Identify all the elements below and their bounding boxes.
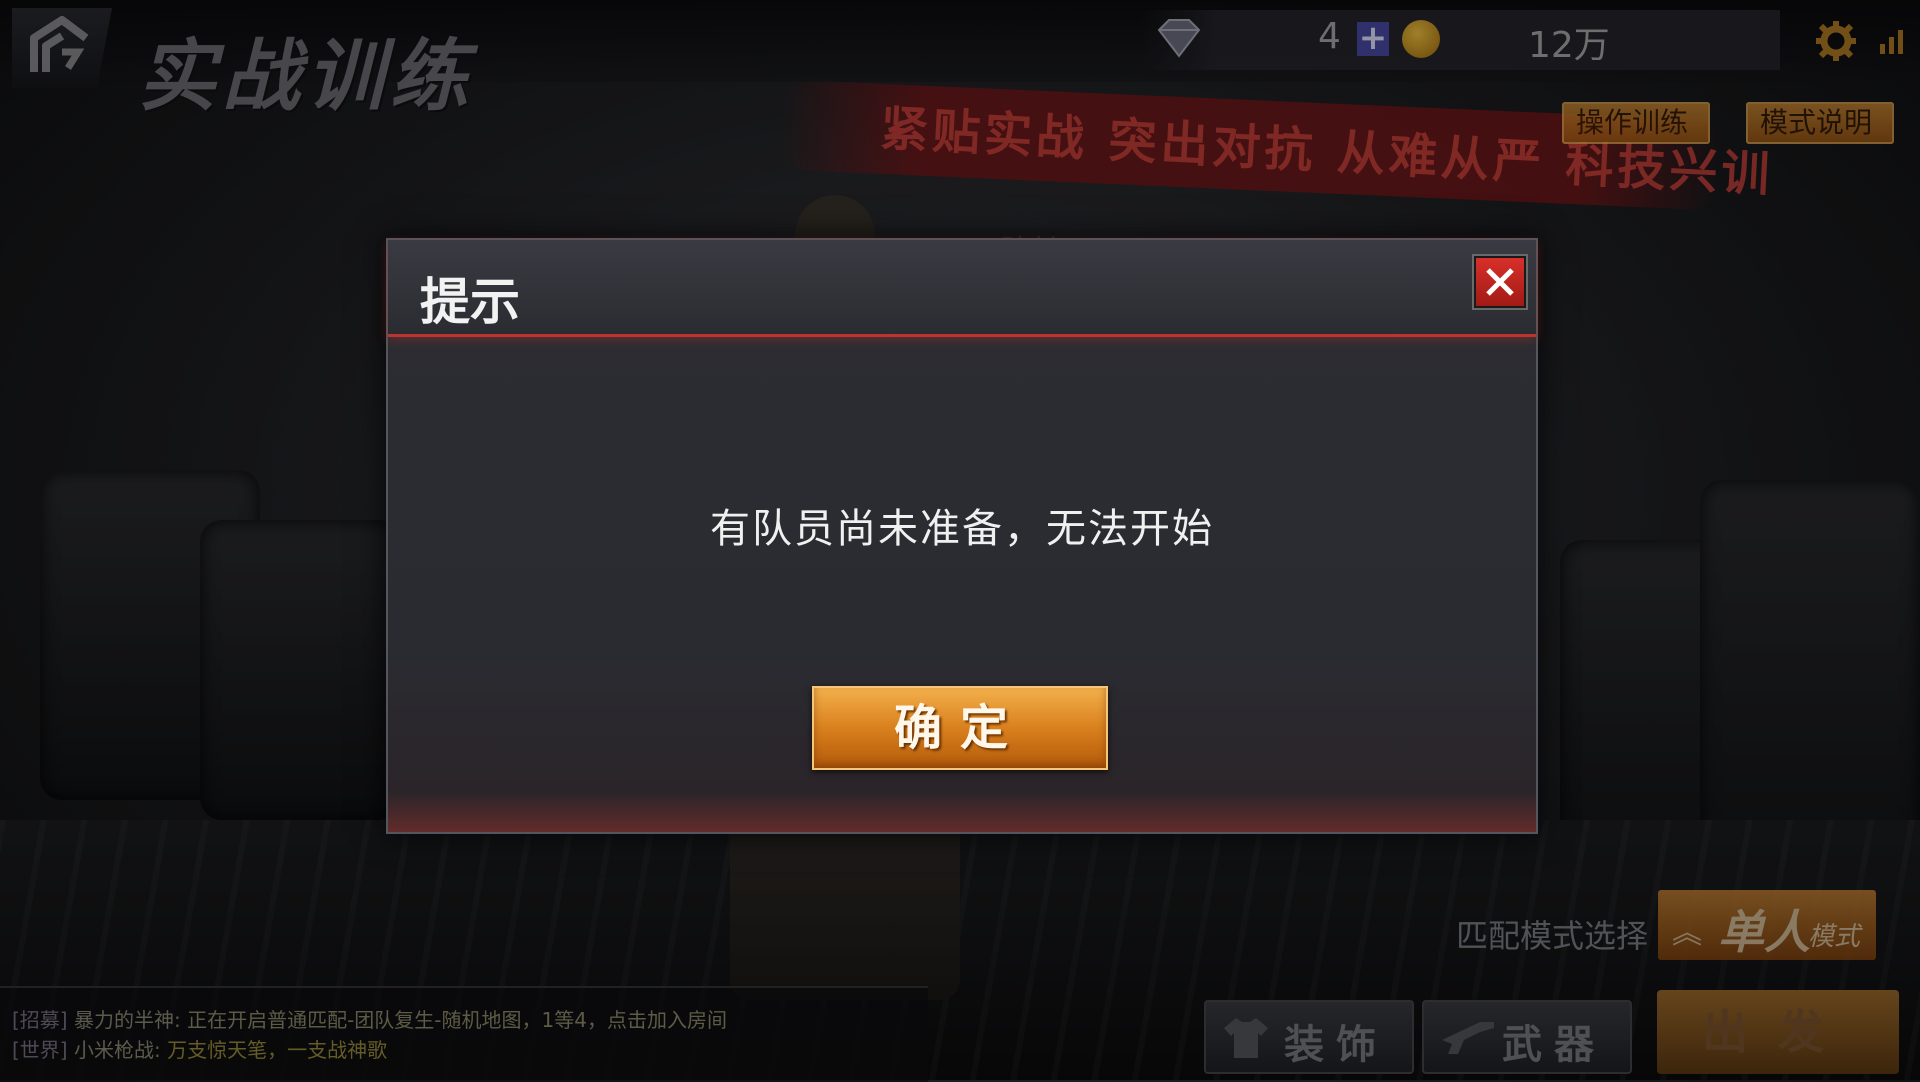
close-button[interactable] xyxy=(1474,256,1526,308)
dialog-message: 有队员尚未准备，无法开始 xyxy=(710,506,1214,552)
alert-dialog: 提示 有队员尚未准备，无法开始 确定 xyxy=(386,238,1538,834)
dialog-header: 提示 xyxy=(388,240,1536,337)
dialog-bottom-glow xyxy=(388,792,1536,832)
close-icon xyxy=(1486,268,1514,296)
dialog-title: 提示 xyxy=(420,273,520,331)
confirm-button[interactable]: 确定 xyxy=(812,686,1108,770)
